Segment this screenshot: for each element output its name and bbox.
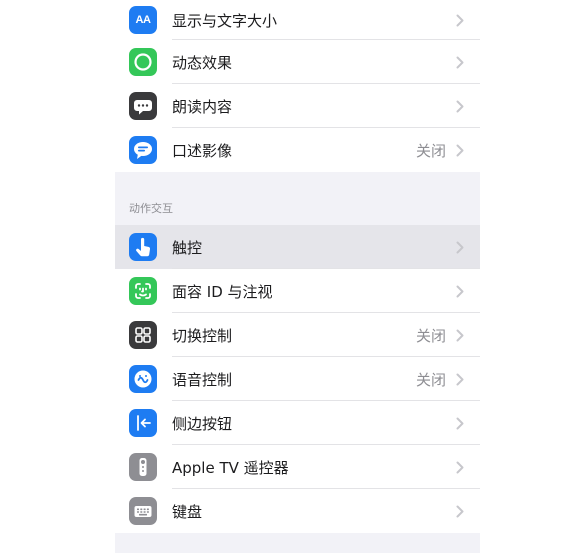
chevron-right-icon	[456, 100, 464, 112]
row-label: 键盘	[172, 502, 203, 521]
row-label: 面容 ID 与注视	[172, 282, 273, 301]
row-label: 语音控制	[172, 370, 233, 389]
row-label: 动态效果	[172, 53, 233, 72]
chevron-right-icon	[456, 329, 464, 341]
chevron-right-icon	[456, 144, 464, 156]
row-value: 关闭	[415, 370, 446, 389]
section-header: 动作交互	[129, 202, 173, 215]
row-keyboard[interactable]: 键盘	[115, 489, 480, 533]
row-label: 朗读内容	[172, 97, 233, 116]
row-spoken-content[interactable]: 朗读内容	[115, 84, 480, 128]
spoken-content-icon	[129, 92, 157, 120]
side-button-icon	[129, 409, 157, 437]
row-label: Apple TV 遥控器	[172, 458, 289, 477]
chevron-right-icon	[456, 373, 464, 385]
row-audio-descriptions[interactable]: 口述影像 关闭	[115, 128, 480, 172]
audio-descriptions-icon	[129, 136, 157, 164]
text-size-icon-glyph: AA	[135, 14, 151, 26]
row-value: 关闭	[415, 141, 446, 160]
row-label: 触控	[172, 238, 203, 257]
row-motion[interactable]: 动态效果	[115, 40, 480, 84]
touch-icon	[129, 233, 157, 261]
chevron-right-icon	[456, 461, 464, 473]
row-voice-control[interactable]: 语音控制 关闭	[115, 357, 480, 401]
text-size-icon: AA	[129, 6, 157, 34]
row-value: 关闭	[415, 326, 446, 345]
apple-tv-remote-icon	[129, 453, 157, 481]
chevron-right-icon	[456, 417, 464, 429]
vision-group: AA 显示与文字大小 动态效果 朗读内容 口述影像 关闭	[115, 0, 480, 172]
chevron-right-icon	[456, 56, 464, 68]
voice-control-icon	[129, 365, 157, 393]
section-gap-bottom	[115, 533, 480, 553]
row-label: 切换控制	[172, 326, 233, 345]
row-face-id-attention[interactable]: 面容 ID 与注视	[115, 269, 480, 313]
row-label: 显示与文字大小	[172, 11, 278, 30]
chevron-right-icon	[456, 241, 464, 253]
section-gap: 动作交互	[115, 172, 480, 225]
row-display-text-size[interactable]: AA 显示与文字大小	[115, 0, 480, 40]
switch-control-icon	[129, 321, 157, 349]
physical-motor-group: 触控 面容 ID 与注视 切换控制 关闭 语音控制 关闭 侧边按钮 Apple …	[115, 225, 480, 533]
chevron-right-icon	[456, 14, 464, 26]
row-touch[interactable]: 触控	[115, 225, 480, 269]
accessibility-settings-list: AA 显示与文字大小 动态效果 朗读内容 口述影像 关闭 动作交互 触控 面容 …	[115, 0, 480, 553]
row-label: 口述影像	[172, 141, 233, 160]
motion-icon	[129, 48, 157, 76]
row-switch-control[interactable]: 切换控制 关闭	[115, 313, 480, 357]
chevron-right-icon	[456, 285, 464, 297]
row-apple-tv-remote[interactable]: Apple TV 遥控器	[115, 445, 480, 489]
row-label: 侧边按钮	[172, 414, 233, 433]
face-id-icon	[129, 277, 157, 305]
row-side-button[interactable]: 侧边按钮	[115, 401, 480, 445]
chevron-right-icon	[456, 505, 464, 517]
keyboard-icon	[129, 497, 157, 525]
